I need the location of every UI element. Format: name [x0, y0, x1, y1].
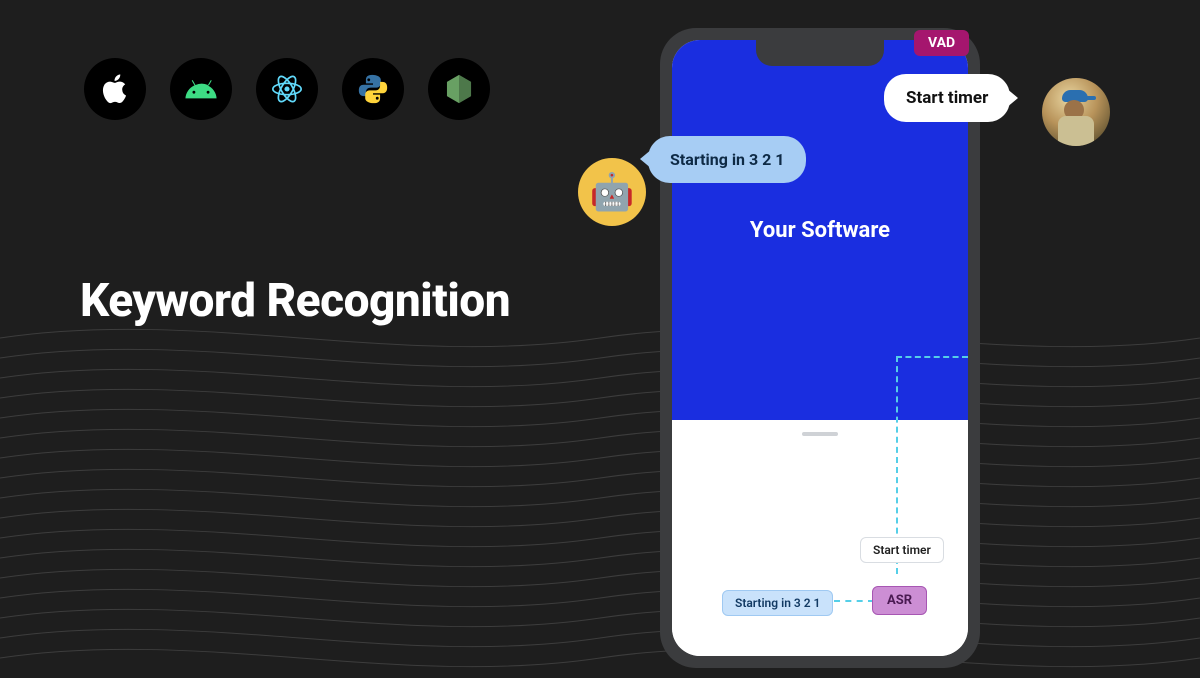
node-icon	[428, 58, 490, 120]
bot-speech-bubble: Starting in 3 2 1	[648, 136, 806, 183]
connector-line	[834, 600, 874, 602]
user-avatar	[1042, 78, 1110, 146]
phone-mockup: Your Software Start timer ASR Starting i…	[660, 28, 980, 668]
page-title: Keyword Recognition	[80, 274, 510, 328]
connector-line	[896, 356, 968, 358]
apple-icon	[84, 58, 146, 120]
vad-tag: VAD	[914, 30, 969, 56]
react-icon	[256, 58, 318, 120]
python-icon	[342, 58, 404, 120]
countdown-chip: Starting in 3 2 1	[722, 590, 833, 616]
software-label: Your Software	[750, 218, 890, 243]
bot-avatar: 🤖	[578, 158, 646, 226]
android-icon	[170, 58, 232, 120]
phone-notch	[756, 40, 884, 66]
asr-chip: ASR	[872, 586, 927, 615]
drag-handle	[802, 432, 838, 436]
bot-emoji: 🤖	[590, 171, 635, 213]
user-speech-bubble: Start timer	[884, 74, 1010, 122]
platform-icons-row	[84, 58, 490, 120]
start-timer-chip: Start timer	[860, 537, 944, 563]
background-waves	[0, 298, 1200, 678]
